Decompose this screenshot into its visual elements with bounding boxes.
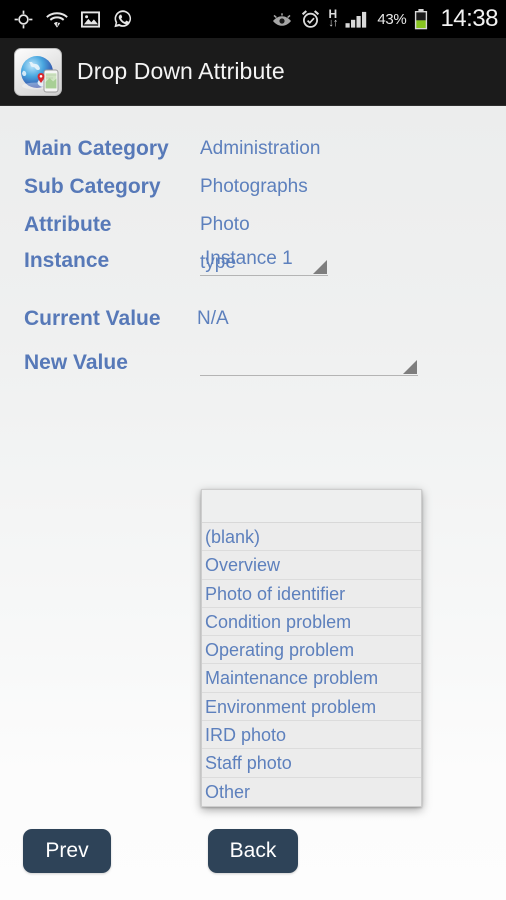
wifi-question-icon: ? — [46, 11, 68, 28]
dropdown-option[interactable]: Environment problem — [202, 692, 421, 722]
dropdown-option[interactable]: Condition problem — [202, 607, 421, 637]
field-attribute: Attribute Photo type — [0, 206, 250, 273]
instance-spinner-value: Instance 1 — [205, 248, 293, 269]
main-category-label: Main Category — [24, 137, 169, 160]
chevron-down-icon — [403, 360, 417, 374]
dropdown-option[interactable]: IRD photo — [202, 721, 421, 750]
image-icon — [81, 10, 100, 28]
sub-category-value: Photographs — [200, 176, 308, 197]
chevron-down-icon — [313, 260, 327, 274]
globe-phone-app-icon[interactable] — [14, 47, 62, 96]
dropdown-option[interactable]: (blank) — [202, 523, 421, 552]
whatsapp-icon — [114, 10, 132, 28]
smart-stay-eye-icon — [273, 12, 292, 26]
field-sub-category: Sub Category Photographs — [0, 168, 308, 206]
dropdown-option[interactable]: Maintenance problem — [202, 664, 421, 693]
dropdown-option[interactable]: Other — [202, 777, 421, 806]
signal-bars-icon — [345, 11, 367, 28]
dropdown-option[interactable]: Operating problem — [202, 636, 421, 665]
navigation-button-bar: Prev Back — [0, 829, 506, 889]
field-instance: Instance Instance 1 — [0, 242, 328, 280]
status-bar-right-icons: H ↓↑ 43% 14:38 — [271, 7, 498, 31]
prev-button[interactable]: Prev — [23, 829, 111, 873]
instance-label: Instance — [24, 249, 110, 272]
dropdown-empty-header-row — [202, 490, 421, 523]
field-current-value: Current Value N/A — [0, 300, 229, 338]
current-value-value: N/A — [197, 308, 229, 329]
attribute-label: Attribute — [24, 213, 112, 236]
status-bar[interactable]: ? H ↓↑ 43% 14:38 — [0, 0, 506, 38]
new-value-label: New Value — [24, 351, 128, 374]
app-title-bar: Drop Down Attribute — [0, 38, 506, 106]
gps-crosshair-icon — [14, 10, 33, 28]
main-category-value: Administration — [200, 138, 321, 159]
field-new-value: New Value — [0, 344, 418, 382]
status-bar-left-icons: ? — [14, 9, 133, 29]
status-bar-clock: 14:38 — [440, 5, 498, 32]
current-value-label: Current Value — [24, 307, 161, 330]
form-content: Main Category Administration Sub Categor… — [0, 106, 506, 900]
new-value-spinner[interactable] — [200, 344, 418, 376]
svg-text:?: ? — [55, 18, 60, 27]
field-main-category: Main Category Administration — [0, 130, 320, 168]
alarm-clock-icon — [302, 9, 320, 28]
new-value-spinner-value — [200, 348, 205, 369]
dropdown-option[interactable]: Photo of identifier — [202, 579, 421, 608]
page-title: Drop Down Attribute — [77, 58, 285, 84]
data-arrows-icon: ↓↑ — [328, 17, 338, 30]
battery-percent-label: 43% — [377, 10, 407, 28]
sub-category-label: Sub Category — [24, 175, 161, 198]
back-button[interactable]: Back — [208, 829, 298, 873]
dropdown-option[interactable]: Overview — [202, 551, 421, 580]
new-value-dropdown-popup[interactable]: (blank) Overview Photo of identifier Condit… — [201, 489, 422, 807]
instance-spinner[interactable]: Instance 1 — [200, 244, 328, 276]
dropdown-option[interactable]: Staff photo — [202, 749, 421, 778]
battery-icon — [415, 8, 428, 29]
hspa-data-icon: H ↓↑ — [328, 8, 338, 30]
dropdown-option-list[interactable]: (blank) Overview Photo of identifier Condit… — [202, 523, 421, 806]
